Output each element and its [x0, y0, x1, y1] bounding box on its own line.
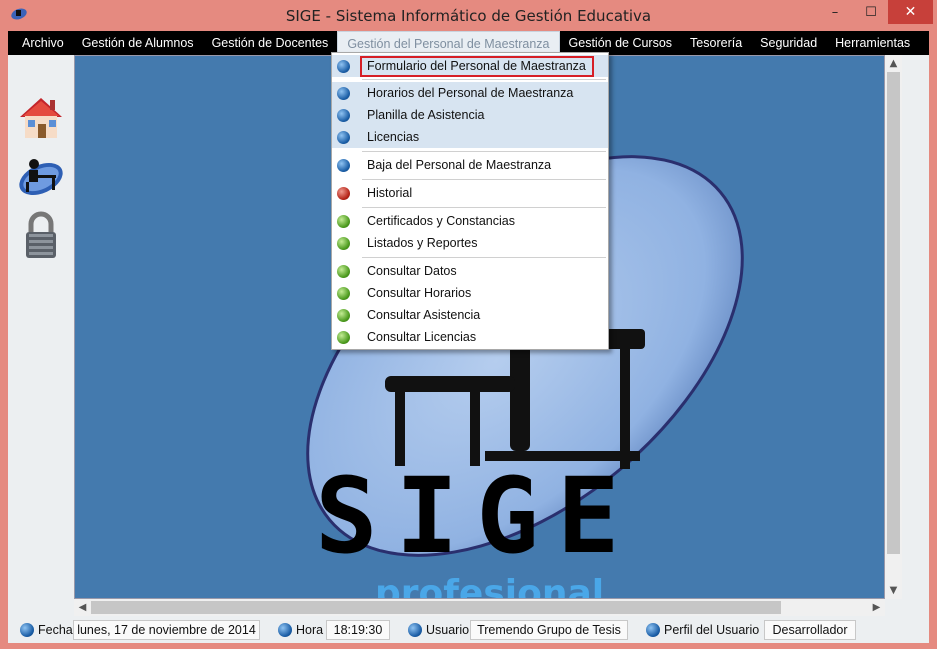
perfil-status-icon — [646, 623, 660, 637]
blue-bullet-icon — [337, 87, 350, 100]
fecha-value: lunes, 17 de noviembre de 2014 — [73, 620, 260, 640]
window-title: SIGE - Sistema Informático de Gestión Ed… — [285, 7, 652, 25]
green-bullet-icon — [337, 237, 350, 250]
dropdown-item-label: Consultar Datos — [367, 264, 457, 278]
hora-label: Hora — [296, 623, 324, 637]
menu-herramientas[interactable]: Herramientas — [826, 31, 919, 55]
dropdown-item-5[interactable]: Baja del Personal de Maestranza — [332, 154, 608, 176]
dropdown-item-1[interactable]: Formulario del Personal de Maestranza — [332, 55, 608, 77]
scroll-left-icon[interactable]: ◀ — [74, 599, 91, 616]
dropdown-item-label: Historial — [367, 186, 413, 200]
menu-seguridad[interactable]: Seguridad — [751, 31, 826, 55]
scroll-corner — [885, 599, 902, 616]
blue-bullet-icon — [337, 131, 350, 144]
dropdown-item-label: Listados y Reportes — [367, 236, 478, 250]
status-bar: Fecha lunes, 17 de noviembre de 2014 Hor… — [8, 616, 929, 643]
dropdown-item-10[interactable]: Consultar Horarios — [332, 282, 608, 304]
dropdown-item-12[interactable]: Consultar Licencias — [332, 326, 608, 348]
dropdown-item-3[interactable]: Planilla de Asistencia — [332, 104, 608, 126]
green-bullet-icon — [337, 265, 350, 278]
dropdown-item-8[interactable]: Listados y Reportes — [332, 232, 608, 254]
menu-separator — [362, 207, 606, 208]
menu-archivo[interactable]: Archivo — [13, 31, 73, 55]
fecha-status-icon — [20, 623, 34, 637]
scroll-right-icon[interactable]: ▶ — [868, 599, 885, 616]
padlock-icon[interactable] — [16, 210, 66, 260]
usuario-value: Tremendo Grupo de Tesis — [470, 620, 628, 640]
dropdown-item-label: Formulario del Personal de Maestranza — [360, 56, 594, 77]
menu-separator — [362, 151, 606, 152]
dropdown-item-label: Consultar Asistencia — [367, 308, 481, 322]
dropdown-item-label: Licencias — [367, 130, 420, 144]
close-button[interactable]: ✕ — [888, 0, 933, 24]
menu-separator — [362, 257, 606, 258]
maximize-button[interactable]: ☐ — [856, 0, 886, 24]
dropdown-item-label: Horarios del Personal de Maestranza — [367, 86, 574, 100]
menu-tesorería[interactable]: Tesorería — [681, 31, 751, 55]
green-bullet-icon — [337, 309, 350, 322]
minimize-button[interactable]: – — [820, 0, 850, 24]
green-bullet-icon — [337, 331, 350, 344]
blue-bullet-icon — [337, 109, 350, 122]
vertical-scroll-thumb[interactable] — [887, 72, 900, 554]
menu-gestión-de-docentes[interactable]: Gestión de Docentes — [203, 31, 338, 55]
fecha-label: Fecha — [38, 623, 73, 637]
maestranza-dropdown-menu: Formulario del Personal de Maestranza Hor… — [331, 52, 609, 350]
logo-title: SIGE — [315, 455, 638, 577]
title-bar[interactable]: SIGE - Sistema Informático de Gestión Ed… — [0, 0, 937, 31]
dropdown-item-4[interactable]: Licencias — [332, 126, 608, 148]
blue-bullet-icon — [337, 60, 350, 73]
menu-separator — [362, 79, 606, 80]
menu-gestión-de-alumnos[interactable]: Gestión de Alumnos — [73, 31, 203, 55]
dropdown-item-11[interactable]: Consultar Asistencia — [332, 304, 608, 326]
usuario-label: Usuario — [426, 623, 470, 637]
dropdown-item-label: Planilla de Asistencia — [367, 108, 485, 122]
right-panel — [902, 55, 929, 616]
usuario-status-icon — [408, 623, 422, 637]
perfil-value: Desarrollador — [764, 620, 856, 640]
scroll-down-icon[interactable]: ▼ — [885, 582, 902, 599]
green-bullet-icon — [337, 215, 350, 228]
scroll-up-icon[interactable]: ▲ — [885, 55, 902, 72]
dropdown-item-7[interactable]: Certificados y Constancias — [332, 210, 608, 232]
dropdown-item-label: Consultar Horarios — [367, 286, 472, 300]
dropdown-item-2[interactable]: Horarios del Personal de Maestranza — [332, 82, 608, 104]
hora-value: 18:19:30 — [326, 620, 390, 640]
dropdown-item-label: Certificados y Constancias — [367, 214, 515, 228]
vertical-scrollbar[interactable]: ▲ ▼ — [885, 55, 902, 599]
house-icon[interactable] — [16, 93, 66, 143]
green-bullet-icon — [337, 287, 350, 300]
red-bullet-icon — [337, 187, 350, 200]
dropdown-item-label: Consultar Licencias — [367, 330, 477, 344]
hora-status-icon — [278, 623, 292, 637]
logo-subtitle: profesional — [375, 573, 605, 599]
menu-separator — [362, 179, 606, 180]
dropdown-item-6[interactable]: Historial — [332, 182, 608, 204]
perfil-label: Perfil del Usuario — [664, 623, 760, 637]
dropdown-item-9[interactable]: Consultar Datos — [332, 260, 608, 282]
dropdown-item-label: Baja del Personal de Maestranza — [367, 158, 552, 172]
user-at-desk-icon[interactable] — [16, 151, 66, 201]
horizontal-scrollbar[interactable]: ◀ ▶ — [74, 599, 885, 616]
blue-bullet-icon — [337, 159, 350, 172]
left-toolbar — [8, 55, 74, 616]
horizontal-scroll-thumb[interactable] — [91, 601, 781, 614]
